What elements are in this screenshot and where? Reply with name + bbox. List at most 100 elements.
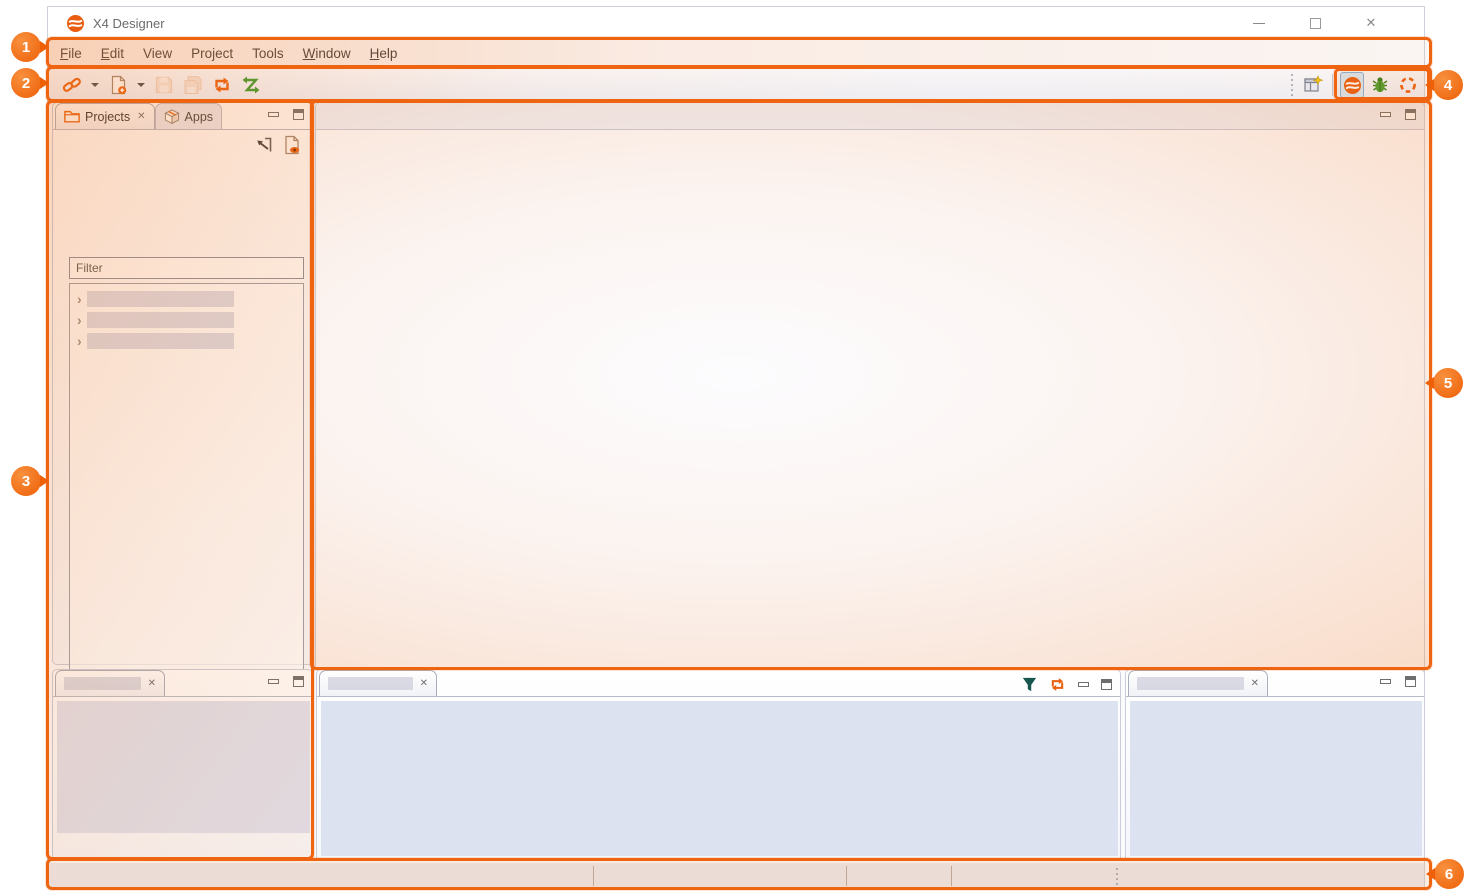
minimize-icon <box>1253 23 1265 24</box>
new-file-button[interactable] <box>106 72 130 98</box>
redacted-content <box>321 701 1118 856</box>
window-close-button[interactable]: ✕ <box>1358 12 1384 34</box>
maximize-icon <box>1310 18 1321 29</box>
annotation-badge-4: 4 <box>1433 70 1463 100</box>
tree-item[interactable]: › <box>70 330 303 351</box>
toolbar-drag-handle[interactable] <box>1291 74 1293 96</box>
navigate-icon[interactable] <box>254 135 274 155</box>
tree-item[interactable]: › <box>70 288 303 309</box>
redacted-content <box>1130 701 1422 856</box>
projects-panel: Projects ✕ Apps <box>52 102 313 665</box>
refresh-button[interactable] <box>210 72 234 98</box>
bottom-middle-tab-close-icon[interactable]: ✕ <box>420 678 428 689</box>
bottom-left-tab[interactable]: ✕ <box>55 670 165 696</box>
save-all-icon <box>183 75 203 95</box>
redacted-label <box>87 333 234 349</box>
editor-area <box>315 102 1425 669</box>
bottom-left-tab-close-icon[interactable]: ✕ <box>148 678 156 689</box>
bottom-middle-tab[interactable]: ✕ <box>319 670 437 696</box>
tab-apps-label: Apps <box>185 110 214 124</box>
chevron-right-icon[interactable]: › <box>77 334 82 348</box>
projects-panel-tabbar: Projects ✕ Apps <box>53 103 312 130</box>
connect-icon <box>62 75 82 95</box>
transfer-button[interactable] <box>239 72 263 98</box>
close-icon: ✕ <box>1366 15 1377 31</box>
open-perspective-icon <box>1303 75 1323 95</box>
main-toolbar <box>48 68 1424 102</box>
window-maximize-button[interactable] <box>1302 12 1328 34</box>
redacted-tab-label <box>328 677 413 690</box>
editor-maximize-icon[interactable] <box>1405 109 1416 120</box>
panel-minimize-icon[interactable] <box>268 112 279 117</box>
status-bar <box>48 863 1424 889</box>
debug-perspective-button[interactable] <box>1368 72 1392 98</box>
toolbar-separator <box>1332 74 1333 96</box>
tab-projects[interactable]: Projects ✕ <box>55 103 155 129</box>
redacted-label <box>87 291 234 307</box>
filter-input[interactable] <box>69 257 304 279</box>
package-icon <box>164 109 180 124</box>
menu-project[interactable]: Project <box>191 46 233 61</box>
tree-item[interactable]: › <box>70 309 303 330</box>
new-file-icon <box>108 75 128 95</box>
save-all-button[interactable] <box>181 72 205 98</box>
tab-apps[interactable]: Apps <box>155 103 223 129</box>
menu-window[interactable]: Window <box>303 46 351 61</box>
bottom-right-tab-close-icon[interactable]: ✕ <box>1251 678 1259 689</box>
statusbar-drag-handle[interactable] <box>1116 868 1118 885</box>
statusbar-separator <box>846 866 847 886</box>
bottom-right-tab[interactable]: ✕ <box>1128 670 1268 696</box>
annotation-badge-2: 2 <box>11 68 41 98</box>
transfer-icon <box>241 75 261 95</box>
chevron-right-icon[interactable]: › <box>77 292 82 306</box>
runtime-perspective-icon <box>1398 75 1418 95</box>
statusbar-separator <box>951 866 952 886</box>
projects-view-toolbar <box>254 135 302 155</box>
app-logo-icon <box>67 15 84 32</box>
title-bar: X4 Designer ✕ <box>48 7 1424 39</box>
window-title: X4 Designer <box>93 16 165 31</box>
debug-perspective-icon <box>1370 75 1390 95</box>
panel-maximize-icon[interactable] <box>1405 676 1416 687</box>
redacted-tab-label <box>1137 677 1244 690</box>
menu-edit[interactable]: Edit <box>101 46 124 61</box>
save-icon <box>154 75 174 95</box>
annotation-badge-3: 3 <box>11 466 41 496</box>
menu-file[interactable]: File <box>60 46 82 61</box>
panel-maximize-icon[interactable] <box>1101 679 1112 690</box>
runtime-perspective-button[interactable] <box>1396 72 1420 98</box>
panel-maximize-icon[interactable] <box>293 676 304 687</box>
editor-minimize-icon[interactable] <box>1380 112 1391 117</box>
app-window: X4 Designer ✕ File Edit View Project Too… <box>47 6 1425 888</box>
statusbar-separator <box>593 866 594 886</box>
menu-help[interactable]: Help <box>370 46 398 61</box>
save-button[interactable] <box>152 72 176 98</box>
x4-designer-perspective-button[interactable] <box>1340 72 1364 98</box>
editor-tabbar <box>316 103 1424 130</box>
chevron-right-icon[interactable]: › <box>77 313 82 327</box>
x4-designer-perspective-icon <box>1344 77 1361 94</box>
refresh-icon <box>212 75 232 95</box>
document-eye-icon[interactable] <box>282 135 302 155</box>
menu-view[interactable]: View <box>143 46 172 61</box>
new-file-dropdown-caret[interactable] <box>137 83 145 87</box>
bottom-right-panel: ✕ <box>1125 669 1425 859</box>
refresh-icon[interactable] <box>1049 676 1066 693</box>
menu-tools[interactable]: Tools <box>252 46 284 61</box>
tab-projects-close-icon[interactable]: ✕ <box>137 111 145 122</box>
folder-icon <box>64 110 80 123</box>
panel-minimize-icon[interactable] <box>268 679 279 684</box>
bottom-left-panel: ✕ ‹ › <box>52 669 313 859</box>
annotation-badge-5: 5 <box>1433 368 1463 398</box>
panel-minimize-icon[interactable] <box>1380 679 1391 684</box>
connect-dropdown-caret[interactable] <box>91 83 99 87</box>
panel-maximize-icon[interactable] <box>293 109 304 120</box>
panel-minimize-icon[interactable] <box>1078 682 1089 687</box>
redacted-content <box>57 701 310 833</box>
redacted-label <box>87 312 234 328</box>
open-perspective-button[interactable] <box>1301 72 1325 98</box>
filter-icon[interactable] <box>1022 677 1037 692</box>
menu-bar: File Edit View Project Tools Window Help <box>48 39 1424 68</box>
connect-button[interactable] <box>60 72 84 98</box>
window-minimize-button[interactable] <box>1246 12 1272 34</box>
